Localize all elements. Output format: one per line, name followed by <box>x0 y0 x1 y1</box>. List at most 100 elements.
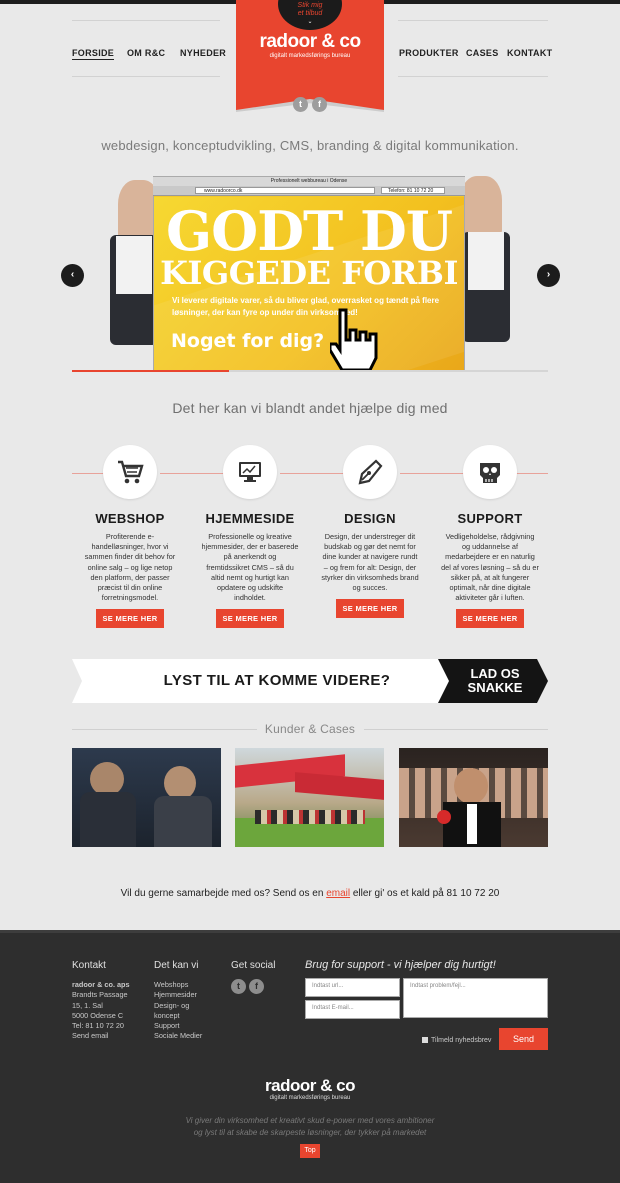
facebook-icon[interactable]: f <box>312 97 327 112</box>
footer-logo[interactable]: radoor & co <box>0 1076 620 1096</box>
support-url-input[interactable]: Indtast url... <box>305 978 400 997</box>
service-support: SUPPORT Vedligeholdelse, rådgivning og u… <box>435 445 545 629</box>
header-divider <box>398 76 548 77</box>
cta-button-line-2: SNAKKE <box>467 680 523 695</box>
footer-social-heading: Get social <box>231 960 276 971</box>
stik-line-1: Stik mig <box>297 2 323 9</box>
hero-headline-2: KIGGEDE FORBI <box>160 254 458 292</box>
footer-link-design-cont[interactable]: koncept <box>154 1011 202 1021</box>
support-email-input[interactable]: Indtast E-mail... <box>305 1000 400 1019</box>
header-divider <box>72 76 220 77</box>
service-text: Vedligeholdelse, rådgivning og uddannels… <box>441 532 539 603</box>
twitter-icon[interactable]: t <box>293 97 308 112</box>
pointer-hand-icon <box>330 308 378 370</box>
service-design: DESIGN Design, der understreger dit buds… <box>315 445 425 619</box>
newsletter-checkbox[interactable]: Tilmeld nyhedsbrev <box>422 1037 491 1044</box>
footer-logo-subtitle: digitalt markedsførings bureau <box>269 1095 351 1101</box>
contact-line: Vil du gerne samarbejde med os? Send os … <box>0 888 620 899</box>
service-title: WEBSHOP <box>95 511 165 526</box>
support-problem-textarea[interactable]: Indtast problem/fejl... <box>403 978 548 1018</box>
chevron-down-icon: ⌄ <box>307 19 313 25</box>
logo-subtitle: digitalt markedsførings bureau <box>269 53 351 59</box>
monitor-icon <box>223 445 277 499</box>
footer-company: radoor & co. aps <box>72 980 130 989</box>
contact-text-after: eller gi' os et kald på 81 10 72 20 <box>350 888 500 899</box>
send-button[interactable]: Send <box>499 1028 548 1050</box>
hero-cta[interactable]: Noget for dig? <box>171 330 324 352</box>
nav-om-rc[interactable]: OM R&C <box>127 48 165 58</box>
stik-mig-tilbud-badge[interactable]: Stik mig et tilbud ⌄ <box>278 0 342 30</box>
footer-detkanvi-heading: Det kan vi <box>154 960 199 971</box>
hero-text: Vi leverer digitale varer, så du bliver … <box>172 296 440 317</box>
service-text: Design, der understreger dit budskab og … <box>321 532 419 593</box>
footer-tagline: Vi giver din virksomhed et kreativt skud… <box>160 1115 460 1139</box>
nav-forside[interactable]: FORSIDE <box>72 48 115 60</box>
cases-heading: Kunder & Cases <box>264 722 356 736</box>
see-more-button[interactable]: SE MERE HER <box>95 609 165 629</box>
service-webshop: WEBSHOP Profiterende e-handelløsninger, … <box>75 445 185 629</box>
header-divider <box>398 20 548 21</box>
contact-text-before: Vil du gerne samarbejde med os? Send os … <box>120 888 327 899</box>
stik-line-2: et tilbud <box>297 10 323 17</box>
cta-banner: LYST TIL AT KOMME VIDERE? LAD OS SNAKKE <box>72 659 548 703</box>
nav-cases[interactable]: CASES <box>466 48 499 58</box>
service-title: SUPPORT <box>457 511 523 526</box>
cart-icon <box>103 445 157 499</box>
hero-headline-1: GODT DU <box>166 199 453 263</box>
service-text: Profiterende e-handelløsninger, hvor vi … <box>84 532 176 603</box>
service-title: HJEMMESIDE <box>205 511 295 526</box>
right-hand-image <box>460 176 502 236</box>
right-cuff-image <box>468 232 504 290</box>
browser-phone: Telefon: 81 10 72 20 <box>381 187 445 194</box>
newsletter-label: Tilmeld nyhedsbrev <box>431 1037 492 1044</box>
see-more-button[interactable]: SE MERE HER <box>455 609 525 629</box>
case-image-3[interactable] <box>399 748 548 847</box>
case-image-2[interactable] <box>235 748 384 847</box>
pen-icon <box>343 445 397 499</box>
skull-icon <box>463 445 517 499</box>
cta-button-line-1: LAD OS <box>470 666 520 681</box>
footer-support-heading: Brug for support - vi hjælper dig hurtig… <box>305 959 496 971</box>
nav-nyheder[interactable]: NYHEDER <box>180 48 226 58</box>
slider-progress-fill <box>72 370 230 372</box>
footer-link-webshops[interactable]: Webshops <box>154 980 202 990</box>
footer-address-line: Brandts Passage <box>72 990 128 1000</box>
facebook-icon[interactable]: f <box>249 979 264 994</box>
footer-address-line: 5000 Odense C <box>72 1010 124 1020</box>
twitter-icon[interactable]: t <box>231 979 246 994</box>
see-more-button[interactable]: SE MERE HER <box>215 609 285 629</box>
browser-title: Professionelt webbureau i Odense <box>153 177 465 186</box>
footer-link-design[interactable]: Design- og <box>154 1001 202 1011</box>
logo[interactable]: radoor & co <box>236 31 384 53</box>
footer-address-line: 15, 1. Sal <box>72 1000 103 1010</box>
service-title: DESIGN <box>344 511 396 526</box>
nav-produkter[interactable]: PRODUKTER <box>399 48 459 58</box>
lad-os-snakke-label: LAD OS SNAKKE <box>454 667 536 695</box>
see-more-button[interactable]: SE MERE HER <box>335 599 405 619</box>
footer-phone: Tel: 81 10 72 20 <box>72 1021 124 1031</box>
slider-prev-button[interactable]: ‹ <box>61 264 84 287</box>
footer-address: radoor & co. aps Brandts Passage 15, 1. … <box>72 980 130 1042</box>
cta-question: LYST TIL AT KOMME VIDERE? <box>163 672 391 689</box>
footer-link-support[interactable]: Support <box>154 1021 202 1031</box>
footer-link-sociale-medier[interactable]: Sociale Medier <box>154 1031 202 1041</box>
slider-next-button[interactable]: › <box>537 264 560 287</box>
header-divider <box>72 20 220 21</box>
nav-kontakt[interactable]: KONTAKT <box>507 48 552 58</box>
footer-link-hjemmesider[interactable]: Hjemmesider <box>154 990 202 1000</box>
tagline: webdesign, konceptudvikling, CMS, brandi… <box>101 138 519 153</box>
browser-url: www.radoorco.dk <box>195 187 375 194</box>
checkbox-icon <box>422 1037 428 1044</box>
slider-progress <box>72 370 548 372</box>
service-text: Professionelle og kreative hjemmesider, … <box>201 532 299 603</box>
footer-send-email-link[interactable]: Send email <box>72 1031 130 1041</box>
footer-tagline-line: og lyst til at skabe de skarpeste løsnin… <box>193 1128 427 1137</box>
back-to-top-button[interactable]: Top <box>300 1144 320 1158</box>
left-cuff-image <box>116 236 152 294</box>
footer-kontakt-heading: Kontakt <box>72 960 106 971</box>
services-heading: Det her kan vi blandt andet hjælpe dig m… <box>172 400 448 416</box>
email-link[interactable]: email <box>326 888 350 899</box>
service-hjemmeside: HJEMMESIDE Professionelle og kreative hj… <box>195 445 305 629</box>
footer-services-list: Webshops Hjemmesider Design- og koncept … <box>154 980 202 1042</box>
case-image-1[interactable] <box>72 748 221 847</box>
